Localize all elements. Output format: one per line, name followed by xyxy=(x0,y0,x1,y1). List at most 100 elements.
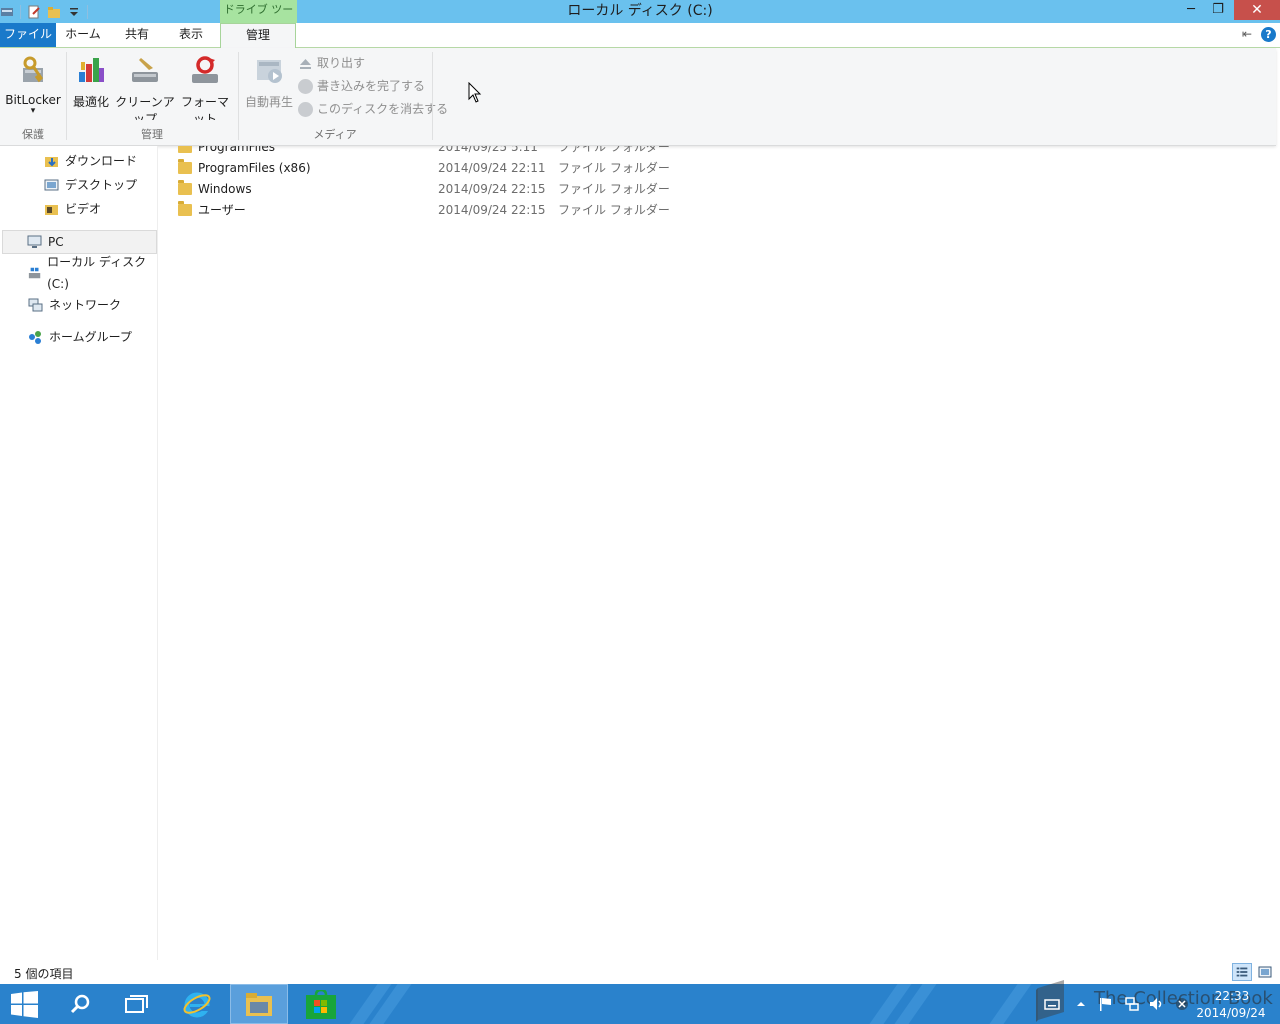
action-center-flag-icon[interactable] xyxy=(1098,996,1114,1012)
downloads-folder-icon xyxy=(45,157,58,167)
file-type: ファイル フォルダー xyxy=(558,161,670,175)
clock-date[interactable]: 2014/09/24 xyxy=(1196,1006,1266,1020)
new-folder-icon[interactable] xyxy=(47,5,61,19)
bitlocker-button[interactable]: BitLocker ▾ xyxy=(4,52,62,116)
desktop-folder-icon xyxy=(44,179,59,191)
drive-app-icon[interactable] xyxy=(0,5,14,19)
folder-icon xyxy=(178,180,192,195)
nav-item-homegroup[interactable]: ホームグループ xyxy=(28,326,156,348)
autoplay-button[interactable]: 自動再生 xyxy=(242,52,296,110)
bitlocker-label: BitLocker xyxy=(5,93,61,107)
format-button[interactable]: フォーマット xyxy=(178,52,232,127)
file-date: 2014/09/24 22:15 xyxy=(438,203,546,217)
store-icon xyxy=(306,990,336,1019)
nav-label: ダウンロード xyxy=(65,154,138,168)
format-drive-icon xyxy=(192,56,218,83)
item-count: 5 個の項目 xyxy=(14,967,74,981)
bitlocker-dropdown-arrow[interactable]: ▾ xyxy=(4,107,62,116)
nav-label: デスクトップ xyxy=(65,178,138,192)
file-row[interactable]: ユーザー 2014/09/24 22:15 ファイル フォルダー xyxy=(178,200,670,221)
nav-label: PC xyxy=(48,235,64,249)
erase-disc-label: このディスクを消去する xyxy=(317,102,449,116)
minimize-button[interactable]: ─ xyxy=(1178,0,1204,20)
file-date: 2014/09/24 22:11 xyxy=(438,161,546,175)
nav-item-network[interactable]: ネットワーク xyxy=(28,294,156,316)
customize-qat-icon[interactable] xyxy=(67,5,81,19)
file-row[interactable]: ProgramFiles (x86) 2014/09/24 22:11 ファイル… xyxy=(178,158,670,179)
finish-burning-button[interactable]: 書き込みを完了する xyxy=(298,76,425,96)
start-button[interactable] xyxy=(0,984,56,1024)
eject-label: 取り出す xyxy=(317,56,366,70)
file-name: ユーザー xyxy=(198,203,246,217)
folder-icon xyxy=(178,159,192,174)
file-name: ProgramFiles (x86) xyxy=(198,161,311,175)
group-divider xyxy=(66,120,67,140)
nav-item-desktop[interactable]: デスクトップ xyxy=(44,174,156,196)
group-divider xyxy=(238,120,239,140)
homegroup-icon xyxy=(29,331,41,344)
show-hidden-icons-icon[interactable] xyxy=(1073,996,1089,1012)
internet-explorer-button[interactable] xyxy=(170,984,226,1024)
disk-cleanup-icon xyxy=(132,58,158,82)
tab-share[interactable]: 共有 xyxy=(110,23,164,47)
network-icon xyxy=(28,298,43,312)
bitlocker-key-icon xyxy=(23,56,43,83)
internet-explorer-icon xyxy=(183,992,211,1018)
file-type: ファイル フォルダー xyxy=(558,182,670,196)
search-button[interactable] xyxy=(56,984,112,1024)
tab-manage[interactable]: 管理 xyxy=(220,23,296,48)
mouse-cursor-icon xyxy=(468,82,482,103)
nav-item-videos[interactable]: ビデオ xyxy=(44,198,156,220)
autoplay-icon xyxy=(257,60,282,83)
search-icon xyxy=(70,994,90,1014)
tab-file[interactable]: ファイル xyxy=(0,23,56,47)
eject-icon xyxy=(300,58,311,69)
local-disk-icon xyxy=(28,267,41,279)
nav-label: ビデオ xyxy=(65,202,102,216)
properties-icon[interactable] xyxy=(27,5,41,19)
details-view-icon[interactable] xyxy=(1232,963,1252,981)
finish-burning-label: 書き込みを完了する xyxy=(317,79,426,93)
nav-label: ネットワーク xyxy=(49,298,122,312)
clock-time[interactable]: 22:33 xyxy=(1200,989,1264,1003)
nav-label: ホームグループ xyxy=(49,330,132,344)
windows-logo-icon xyxy=(11,991,38,1018)
task-view-icon xyxy=(125,995,148,1013)
erase-disc-icon xyxy=(298,101,313,117)
group-label-manage: 管理 xyxy=(141,128,163,141)
nav-label: ローカル ディスク (C:) xyxy=(47,255,147,291)
notification-error-icon[interactable] xyxy=(1174,996,1190,1012)
file-name: Windows xyxy=(198,182,252,196)
network-status-icon[interactable] xyxy=(1124,996,1140,1012)
title-bar[interactable] xyxy=(0,0,1280,23)
volume-icon[interactable] xyxy=(1148,996,1164,1012)
videos-folder-icon xyxy=(45,205,58,215)
task-view-button[interactable] xyxy=(112,984,168,1024)
folder-icon xyxy=(178,201,192,216)
store-button[interactable] xyxy=(292,984,348,1024)
cleanup-button[interactable]: クリーンアップ xyxy=(114,52,176,127)
eject-button[interactable]: 取り出す xyxy=(298,53,365,73)
finish-burning-icon xyxy=(298,78,313,94)
large-icons-view-icon[interactable] xyxy=(1256,963,1274,981)
status-bar xyxy=(0,960,1280,984)
nav-item-local-disk[interactable]: ローカル ディスク (C:) xyxy=(28,255,156,291)
restore-button[interactable]: ❐ xyxy=(1205,0,1231,20)
file-date: 2014/09/24 22:15 xyxy=(438,182,546,196)
nav-item-downloads[interactable]: ダウンロード xyxy=(44,150,156,172)
tab-view[interactable]: 表示 xyxy=(164,23,218,47)
file-explorer-button[interactable] xyxy=(230,984,288,1024)
file-explorer-icon xyxy=(246,993,272,1016)
tab-home[interactable]: ホーム xyxy=(56,23,110,47)
group-label-protect: 保護 xyxy=(22,128,44,141)
optimize-label: 最適化 xyxy=(72,95,109,109)
ribbon-minimize-icon[interactable]: ⇤ xyxy=(1238,27,1256,43)
autoplay-label: 自動再生 xyxy=(244,95,293,109)
close-button[interactable]: ✕ xyxy=(1234,0,1280,20)
optimize-button[interactable]: 最適化 xyxy=(70,52,112,110)
group-label-media: メディア xyxy=(313,128,357,141)
help-icon[interactable]: ? xyxy=(1261,27,1276,42)
keyboard-icon[interactable] xyxy=(1044,996,1060,1012)
erase-disc-button[interactable]: このディスクを消去する xyxy=(298,99,448,119)
file-row[interactable]: Windows 2014/09/24 22:15 ファイル フォルダー xyxy=(178,179,670,200)
